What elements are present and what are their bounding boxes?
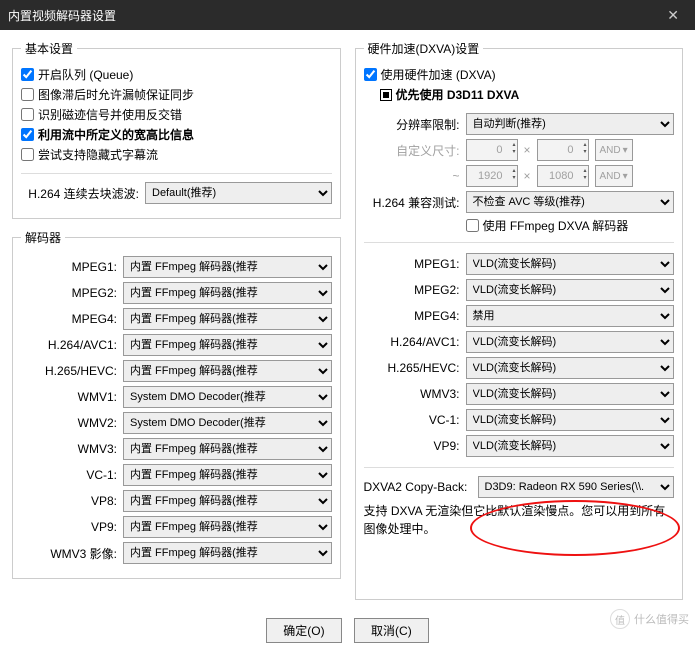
h264-compat-label: H.264 兼容测试: [364, 194, 460, 211]
watermark-badge-icon: 值 [610, 609, 630, 629]
decoders-legend: 解码器 [21, 229, 65, 246]
decoder-label-2: MPEG4: [21, 312, 117, 326]
dxva-codec-label-1: MPEG2: [364, 283, 460, 297]
basic-legend: 基本设置 [21, 40, 77, 57]
custom-w1-input[interactable] [466, 139, 518, 161]
dxva-codec-select-7[interactable]: VLD(流变长解码) [466, 435, 675, 457]
decoder-label-7: WMV3: [21, 442, 117, 456]
aspect-checkbox[interactable] [21, 128, 34, 141]
dxva-codec-label-5: WMV3: [364, 387, 460, 401]
custom-w2-input[interactable] [466, 165, 518, 187]
dxva-codec-select-4[interactable]: VLD(流变长解码) [466, 357, 675, 379]
decoder-label-4: H.265/HEVC: [21, 364, 117, 378]
dxva-codec-label-6: VC-1: [364, 413, 460, 427]
left-column: 基本设置 开启队列 (Queue) 图像滞后时允许漏帧保证同步 识别磁迹信号并使… [12, 40, 341, 610]
dxva-group: 硬件加速(DXVA)设置 使用硬件加速 (DXVA) 优先使用 D3D11 DX… [355, 40, 684, 600]
dxva-codec-select-3[interactable]: VLD(流变长解码) [466, 331, 675, 353]
res-limit-select[interactable]: 自动判断(推荐) [466, 113, 675, 135]
decoder-label-8: VC-1: [21, 468, 117, 482]
decoder-label-0: MPEG1: [21, 260, 117, 274]
h264-deblock-select[interactable]: Default(推荐) [145, 182, 332, 204]
custom-h1-input[interactable] [537, 139, 589, 161]
decoder-label-11: WMV3 影像: [21, 545, 117, 562]
button-bar: 确定(O) 取消(C) [0, 610, 695, 653]
and-button-1[interactable]: AND▾ [595, 139, 633, 161]
decoder-label-10: VP9: [21, 520, 117, 534]
decoder-select-1[interactable]: 内置 FFmpeg 解码器(推荐 [123, 282, 332, 304]
dropframe-checkbox[interactable] [21, 88, 34, 101]
queue-checkbox[interactable] [21, 68, 34, 81]
dxva-codec-select-6[interactable]: VLD(流变长解码) [466, 409, 675, 431]
decoder-label-5: WMV1: [21, 390, 117, 404]
dxva-codec-select-1[interactable]: VLD(流变长解码) [466, 279, 675, 301]
and-button-2[interactable]: AND▾ [595, 165, 633, 187]
decoder-label-3: H.264/AVC1: [21, 338, 117, 352]
ffmpeg-dxva-checkbox[interactable] [466, 219, 479, 232]
custom-size-label: 自定义尺寸: [364, 142, 460, 159]
decoder-select-11[interactable]: 内置 FFmpeg 解码器(推荐 [123, 542, 332, 564]
decoder-select-5[interactable]: System DMO Decoder(推荐 [123, 386, 332, 408]
dxva-codec-label-2: MPEG4: [364, 309, 460, 323]
res-limit-label: 分辨率限制: [364, 116, 460, 133]
dxva-codec-label-3: H.264/AVC1: [364, 335, 460, 349]
custom-h2-input[interactable] [537, 165, 589, 187]
close-icon[interactable]: ✕ [659, 3, 687, 28]
decoders-group: 解码器 MPEG1: 内置 FFmpeg 解码器(推荐 MPEG2: 内置 FFmpe… [12, 229, 341, 579]
decoder-label-1: MPEG2: [21, 286, 117, 300]
dxva-codec-label-7: VP9: [364, 439, 460, 453]
decoder-select-3[interactable]: 内置 FFmpeg 解码器(推荐 [123, 334, 332, 356]
decoder-select-7[interactable]: 内置 FFmpeg 解码器(推荐 [123, 438, 332, 460]
dxva-codec-label-4: H.265/HEVC: [364, 361, 460, 375]
decoder-select-10[interactable]: 内置 FFmpeg 解码器(推荐 [123, 516, 332, 538]
decoder-select-9[interactable]: 内置 FFmpeg 解码器(推荐 [123, 490, 332, 512]
decoder-select-6[interactable]: System DMO Decoder(推荐 [123, 412, 332, 434]
interlace-checkbox[interactable] [21, 108, 34, 121]
title-bar: 内置视频解码器设置 ✕ [0, 0, 695, 30]
decoder-select-0[interactable]: 内置 FFmpeg 解码器(推荐 [123, 256, 332, 278]
dxva-codec-select-0[interactable]: VLD(流变长解码) [466, 253, 675, 275]
h264-deblock-label: H.264 连续去块滤波: [21, 185, 139, 202]
copyback-label: DXVA2 Copy-Back: [364, 480, 472, 494]
decoder-select-2[interactable]: 内置 FFmpeg 解码器(推荐 [123, 308, 332, 330]
basic-settings-group: 基本设置 开启队列 (Queue) 图像滞后时允许漏帧保证同步 识别磁迹信号并使… [12, 40, 341, 219]
copyback-note: 支持 DXVA 无渲染但它比默认渲染慢点。您可以用到所有图像处理中。 [364, 502, 675, 538]
decoder-select-8[interactable]: 内置 FFmpeg 解码器(推荐 [123, 464, 332, 486]
copyback-select[interactable]: D3D9: Radeon RX 590 Series(\\. [478, 476, 675, 498]
d3d11-checkbox[interactable] [380, 89, 392, 101]
dxva-codec-label-0: MPEG1: [364, 257, 460, 271]
window-title: 内置视频解码器设置 [8, 7, 116, 24]
decoder-select-4[interactable]: 内置 FFmpeg 解码器(推荐 [123, 360, 332, 382]
h264-compat-select[interactable]: 不检查 AVC 等级(推荐) [466, 191, 675, 213]
use-hw-checkbox[interactable] [364, 68, 377, 81]
right-column: 硬件加速(DXVA)设置 使用硬件加速 (DXVA) 优先使用 D3D11 DX… [355, 40, 684, 610]
dxva-legend: 硬件加速(DXVA)设置 [364, 40, 484, 57]
watermark: 值 什么值得买 [610, 609, 689, 629]
decoder-label-9: VP8: [21, 494, 117, 508]
dxva-codec-select-5[interactable]: VLD(流变长解码) [466, 383, 675, 405]
decoder-label-6: WMV2: [21, 416, 117, 430]
dxva-codec-select-2[interactable]: 禁用 [466, 305, 675, 327]
subtitle-checkbox[interactable] [21, 148, 34, 161]
